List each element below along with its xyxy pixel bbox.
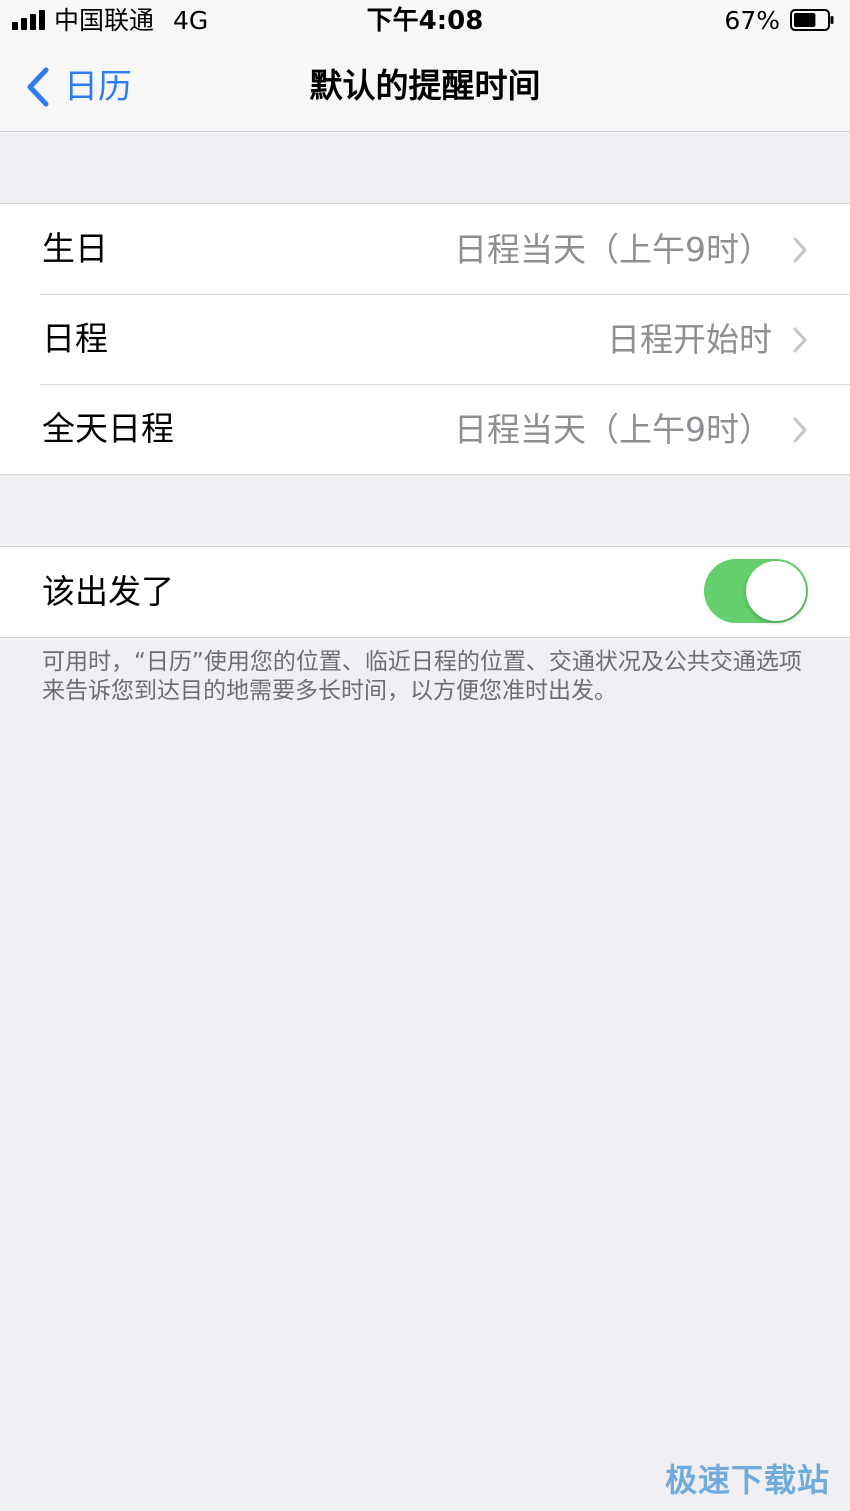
row-value: 日程当天（上午9时）: [454, 410, 772, 449]
chevron-right-icon: [793, 327, 807, 353]
row-label: 日程: [42, 319, 108, 358]
row-label: 生日: [42, 229, 108, 268]
time-to-leave-group: 该出发了: [0, 546, 850, 638]
watermark-logo: 极速下载站: [664, 1461, 830, 1499]
list-item-events[interactable]: 日程 日程开始时: [0, 294, 850, 384]
row-label: 该出发了: [42, 572, 174, 611]
list-item-time-to-leave: 该出发了: [0, 547, 850, 637]
status-time: 下午4:08: [366, 6, 484, 36]
alert-times-group: 生日 日程当天（上午9时） 日程 日程开始时 全天日程 日程当天（上午9时）: [0, 203, 850, 475]
chevron-right-icon: [793, 417, 807, 443]
footer-note: 可用时，“日历”使用您的位置、临近日程的位置、交通状况及公共交通选项来告诉您到达…: [42, 649, 802, 704]
battery-percent: 67%: [724, 6, 780, 35]
navigation-bar: 日历 默认的提醒时间: [0, 44, 850, 132]
row-value: 日程开始时: [607, 320, 772, 359]
status-bar: 中国联通 4G 下午4:08 67%: [0, 0, 850, 44]
page-title: 默认的提醒时间: [309, 66, 541, 105]
time-to-leave-toggle[interactable]: [704, 559, 808, 623]
toggle-knob: [746, 561, 806, 621]
list-item-birthdays[interactable]: 生日 日程当天（上午9时）: [0, 204, 850, 294]
row-value: 日程当天（上午9时）: [454, 230, 772, 269]
list-item-all-day-events[interactable]: 全天日程 日程当天（上午9时）: [0, 384, 850, 474]
row-label: 全天日程: [42, 409, 174, 448]
chevron-right-icon: [793, 237, 807, 263]
battery-icon: [790, 9, 834, 31]
